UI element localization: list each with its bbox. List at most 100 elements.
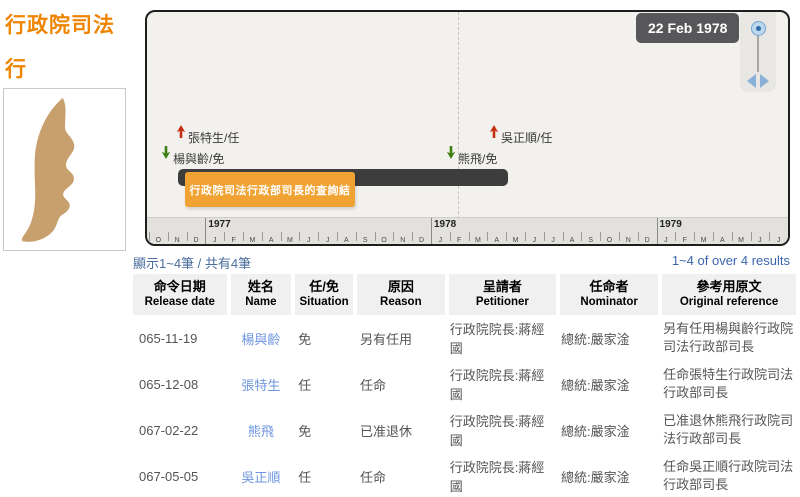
timeline-zoom-slider[interactable]	[740, 12, 776, 92]
cell-original-reference: 任命張特生行政院司法行政部司長	[662, 361, 796, 407]
table-row: 067-02-22 熊飛 免 已准退休 行政院院長:蔣經國 總統:嚴家淦 已准退…	[133, 407, 796, 453]
cell-release-date: 065-11-19	[133, 315, 227, 361]
axis-month-letter: F	[450, 237, 469, 244]
table-row: 067-05-05 吳正順 任 任命 行政院院長:蔣經國 總統:嚴家淦 任命吳正…	[133, 453, 796, 497]
cell-nominator: 總統:嚴家淦	[560, 453, 658, 497]
timeline-event-yangyuling[interactable]: 楊與齡/免	[161, 146, 224, 167]
table-row: 065-12-08 張特生 任 任命 行政院院長:蔣經國 總統:嚴家淦 任命張特…	[133, 361, 796, 407]
cell-release-date: 065-12-08	[133, 361, 227, 407]
axis-month-letter: M	[694, 237, 713, 244]
cell-name: 楊與齡	[231, 315, 292, 361]
col-original-reference: 參考用原文 Original reference	[662, 274, 796, 315]
axis-month-letter: N	[168, 237, 187, 244]
axis-month: 1978J	[431, 218, 450, 244]
axis-month: M	[694, 218, 713, 244]
axis-month: N	[393, 218, 412, 244]
person-link[interactable]: 熊飛	[248, 424, 274, 439]
header-zh: 姓名	[233, 278, 290, 295]
pan-left-right-arrows-icon[interactable]	[747, 74, 769, 88]
axis-year-label: 1979	[660, 219, 682, 230]
cell-reason: 另有任用	[357, 315, 445, 361]
axis-month-letter: F	[224, 237, 243, 244]
cell-petitioner: 行政院院長:蔣經國	[449, 361, 556, 407]
axis-month: A	[563, 218, 582, 244]
axis-month-letter: F	[675, 237, 694, 244]
timeline-event-zhangtesheng[interactable]: 張特生/任	[176, 125, 239, 146]
slider-knob-icon[interactable]	[751, 21, 766, 36]
col-situation: 任/免 Situation	[295, 274, 353, 315]
axis-month: D	[412, 218, 431, 244]
person-link[interactable]: 吳正順	[241, 470, 280, 485]
axis-month-letter: D	[638, 237, 657, 244]
timeline-axis[interactable]: OND1977JFMAMJJASOND1978JFMAMJJASOND1979J…	[147, 217, 788, 244]
axis-month: N	[619, 218, 638, 244]
header-en: Release date	[135, 295, 225, 310]
header-en: Reason	[359, 295, 443, 310]
axis-month-letter: O	[149, 237, 168, 244]
axis-year-label: 1977	[208, 219, 230, 230]
header-en: Name	[233, 295, 290, 310]
event-label: 吳正順/任	[501, 129, 552, 146]
event-label: 熊飛/免	[458, 150, 497, 167]
dismiss-down-arrow-icon	[446, 146, 456, 159]
axis-month: A	[337, 218, 356, 244]
axis-month-letter: M	[281, 237, 300, 244]
page-title-line1: 行政院司法行	[5, 4, 135, 92]
cell-name: 熊飛	[231, 407, 292, 453]
axis-month: A	[713, 218, 732, 244]
timeline-event-wuzhengshun[interactable]: 吳正順/任	[489, 125, 552, 146]
axis-month-letter: S	[581, 237, 600, 244]
axis-month: 1979J	[657, 218, 676, 244]
axis-month-letter: A	[337, 237, 356, 244]
axis-month-letter: D	[412, 237, 431, 244]
axis-month-letter: J	[769, 237, 788, 244]
cell-situation: 免	[295, 315, 353, 361]
axis-month: O	[375, 218, 394, 244]
cell-original-reference: 另有任用楊與齡行政院司法行政部司長	[662, 315, 796, 361]
axis-month-letter: N	[393, 237, 412, 244]
axis-month: J	[769, 218, 788, 244]
table-row: 065-11-19 楊與齡 免 另有任用 行政院院長:蔣經國 總統:嚴家淦 另有…	[133, 315, 796, 361]
cell-release-date: 067-02-22	[133, 407, 227, 453]
axis-month: M	[281, 218, 300, 244]
axis-month-letter: M	[506, 237, 525, 244]
axis-month: A	[487, 218, 506, 244]
cell-reason: 任命	[357, 361, 445, 407]
axis-month: M	[469, 218, 488, 244]
axis-month-letter: J	[299, 237, 318, 244]
event-label: 楊與齡/免	[173, 150, 224, 167]
axis-month-letter: S	[356, 237, 375, 244]
axis-month-letter: J	[318, 237, 337, 244]
cell-petitioner: 行政院院長:蔣經國	[449, 453, 556, 497]
person-link[interactable]: 楊與齡	[241, 332, 280, 347]
axis-month: M	[732, 218, 751, 244]
axis-month: J	[525, 218, 544, 244]
appoint-up-arrow-icon	[489, 125, 499, 138]
header-en: Original reference	[664, 295, 794, 310]
cell-nominator: 總統:嚴家淦	[560, 315, 658, 361]
cell-situation: 任	[295, 361, 353, 407]
timeline-event-xiongfei[interactable]: 熊飛/免	[446, 146, 497, 167]
axis-month-letter: N	[619, 237, 638, 244]
person-link[interactable]: 張特生	[241, 378, 280, 393]
status-bar: 顯示1~4筆 / 共有4筆 1~4 of over 4 results	[133, 253, 790, 272]
axis-month: M	[243, 218, 262, 244]
cell-reason: 任命	[357, 453, 445, 497]
axis-month-letter: J	[525, 237, 544, 244]
axis-month-letter: A	[713, 237, 732, 244]
axis-month-letter: M	[732, 237, 751, 244]
col-nominator: 任命者 Nominator	[560, 274, 658, 315]
axis-month-letter: J	[205, 237, 224, 244]
axis-month-letter: M	[469, 237, 488, 244]
timeline-panel[interactable]: 張特生/任 楊與齡/免 吳正順/任 熊飛/免 行政院司法行政部司長的查詢結果 2…	[145, 10, 790, 246]
axis-month-letter: A	[563, 237, 582, 244]
axis-month-letter: O	[600, 237, 619, 244]
table-header-row: 命令日期 Release date 姓名 Name 任/免 Situation …	[133, 274, 796, 315]
cell-situation: 免	[295, 407, 353, 453]
event-label: 張特生/任	[188, 129, 239, 146]
dismiss-down-arrow-icon	[161, 146, 171, 159]
header-zh: 任/免	[297, 278, 351, 295]
axis-month-letter: J	[657, 237, 676, 244]
axis-month-letter: O	[375, 237, 394, 244]
timeline-axis-months: OND1977JFMAMJJASOND1978JFMAMJJASOND1979J…	[149, 218, 788, 244]
